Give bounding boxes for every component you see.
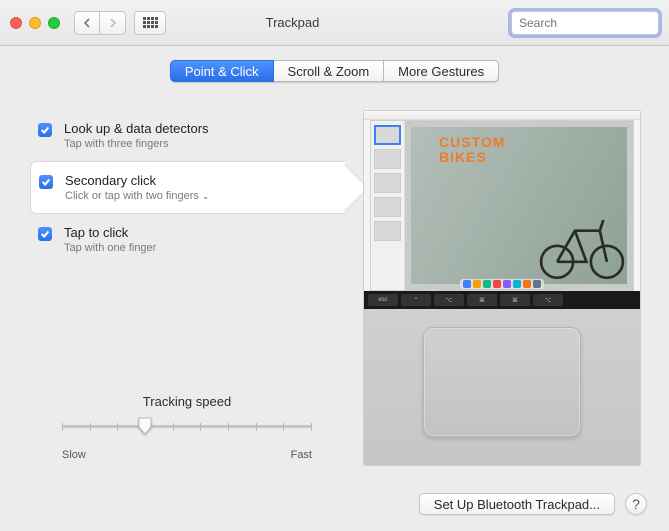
preview-touchbar: esc⌃⌥⌘⌘⌥: [364, 291, 640, 309]
option-title: Look up & data detectors: [64, 121, 209, 136]
checkbox-secondary-click[interactable]: [39, 175, 53, 189]
option-subtitle: Tap with three fingers: [64, 138, 209, 150]
chevron-down-icon: ⌄: [202, 191, 210, 202]
pref-pane: Point & Click Scroll & Zoom More Gesture…: [0, 60, 669, 531]
tab-row: Point & Click Scroll & Zoom More Gesture…: [0, 60, 669, 82]
search-input[interactable]: [519, 16, 669, 30]
minimize-button[interactable]: [29, 17, 41, 29]
option-title: Tap to click: [64, 225, 156, 240]
option-secondary-click[interactable]: Secondary click Click or tap with two fi…: [30, 161, 345, 214]
tracking-speed-slider[interactable]: [62, 417, 312, 445]
zoom-button[interactable]: [48, 17, 60, 29]
preview-headline-2: BIKES: [439, 150, 505, 165]
tab-point-and-click[interactable]: Point & Click: [170, 60, 274, 82]
close-button[interactable]: [10, 17, 22, 29]
option-title: Secondary click: [65, 173, 209, 188]
option-lookup[interactable]: Look up & data detectors Tap with three …: [30, 110, 345, 161]
help-button[interactable]: ?: [625, 493, 647, 515]
slider-max-label: Fast: [291, 449, 312, 461]
gesture-preview: CUSTOM BIKES esc⌃⌥⌘⌘⌥: [363, 110, 641, 466]
preview-screen: CUSTOM BIKES: [364, 111, 640, 291]
slider-min-label: Slow: [62, 449, 86, 461]
checkbox-lookup[interactable]: [38, 123, 52, 137]
preview-headline-1: CUSTOM: [439, 135, 505, 150]
slider-label: Tracking speed: [62, 394, 312, 409]
tab-more-gestures[interactable]: More Gestures: [384, 60, 499, 82]
tab-group: Point & Click Scroll & Zoom More Gesture…: [170, 60, 499, 82]
window-controls: [10, 17, 60, 29]
preview-trackpad: [423, 327, 581, 437]
option-subtitle-dropdown[interactable]: Click or tap with two fingers ⌄: [65, 190, 209, 202]
option-tap-to-click[interactable]: Tap to click Tap with one finger: [30, 214, 345, 265]
checkbox-tap-to-click[interactable]: [38, 227, 52, 241]
slider-thumb[interactable]: [138, 417, 152, 435]
titlebar: Trackpad: [0, 0, 669, 46]
setup-bluetooth-button[interactable]: Set Up Bluetooth Trackpad...: [419, 493, 615, 515]
search-field-wrap[interactable]: [511, 11, 659, 35]
tab-scroll-and-zoom[interactable]: Scroll & Zoom: [274, 60, 385, 82]
preview-body: [364, 309, 640, 465]
dock-icon: [460, 279, 544, 289]
window-title: Trackpad: [82, 15, 503, 30]
tracking-speed-block: Tracking speed Slow Fast: [62, 394, 312, 461]
bike-icon: [537, 204, 627, 284]
option-subtitle: Tap with one finger: [64, 242, 156, 254]
options-list: Look up & data detectors Tap with three …: [30, 110, 345, 265]
footer: Set Up Bluetooth Trackpad... ?: [419, 493, 647, 515]
